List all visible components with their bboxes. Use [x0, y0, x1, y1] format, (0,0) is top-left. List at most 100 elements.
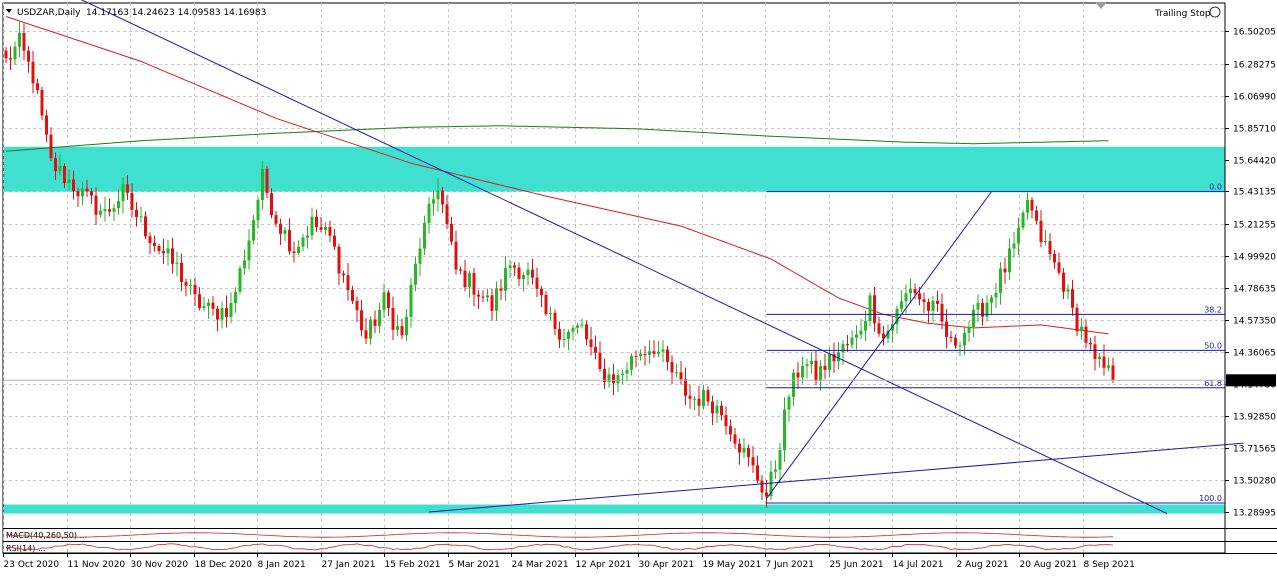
price-tick-label: 15.21255 [1233, 221, 1276, 231]
candle-body [697, 398, 701, 406]
candle-body [432, 199, 435, 204]
candle-body [873, 295, 876, 324]
candle-body [918, 293, 921, 300]
chart-window: 0.0 38.2 50.0 61.8 100.0 MACD(40,260,50) ...… [0, 0, 1277, 576]
candle-body [301, 237, 305, 247]
candle-body [571, 327, 575, 332]
candle-body [679, 372, 683, 380]
candle-body [468, 273, 471, 288]
candle-body [724, 415, 728, 427]
candle-body [954, 337, 957, 346]
candle-body [472, 273, 476, 295]
candle-body [922, 299, 926, 303]
candle-body [567, 331, 570, 340]
candle-body [783, 409, 786, 451]
candle-body [639, 354, 642, 357]
candle-body [144, 216, 147, 237]
candle-body [513, 265, 516, 268]
ohlc-values: 14.17163 14.24623 14.09583 14.16983 [86, 8, 266, 18]
candle-body [337, 246, 341, 274]
candle-body [711, 401, 714, 414]
candle-body [621, 373, 624, 376]
candle-body [1044, 241, 1047, 243]
candle-body [936, 300, 939, 304]
candle-body [859, 330, 863, 335]
candle-body [189, 284, 192, 286]
candle-body [976, 302, 980, 310]
candle-body [265, 168, 269, 194]
candle-body [297, 246, 300, 254]
candle-body [454, 241, 458, 270]
candle-body [1035, 210, 1038, 221]
candle-body [877, 323, 881, 334]
candle-body [463, 270, 467, 288]
candle-body [630, 355, 633, 370]
candle-body [648, 351, 651, 355]
price-tick-label: 13.71565 [1233, 445, 1276, 455]
candle-body [522, 275, 525, 280]
candle-body [1089, 342, 1092, 345]
candle-body [643, 354, 647, 356]
candle-body [108, 209, 111, 212]
price-chart[interactable]: 0.038.250.061.8100.0 MACD(40,260,50) ...… [0, 0, 1277, 576]
candle-body [531, 269, 534, 278]
candle-body [423, 222, 426, 249]
candle-body [333, 235, 336, 247]
candle-body [9, 58, 12, 60]
candle-body [576, 325, 579, 328]
candle-body [760, 480, 764, 493]
date-label: 5 Mar 2021 [449, 560, 500, 570]
candle-body [850, 337, 854, 345]
candle-body [540, 288, 543, 295]
candle-body [594, 347, 597, 353]
candle-body [202, 306, 206, 308]
expert-label: Trailing Stop [1154, 6, 1221, 19]
candle-body [216, 308, 219, 320]
candle-body [225, 308, 228, 317]
candle-body [477, 294, 480, 297]
candle-body [450, 223, 453, 242]
date-label: 14 Jul 2021 [893, 560, 944, 570]
candle-body [612, 374, 615, 384]
candle-body [661, 349, 665, 352]
price-tick-label: 16.06990 [1233, 93, 1276, 103]
candle-body [342, 273, 345, 276]
candle-body [1075, 307, 1079, 332]
candle-body [319, 227, 323, 230]
price-tick-label: 16.28275 [1233, 61, 1276, 71]
candle-body [819, 365, 822, 381]
candle-body [274, 215, 278, 224]
candle-body [4, 50, 8, 59]
candle-body [693, 398, 696, 400]
candle-body [828, 354, 831, 370]
zone-rect [3, 146, 1225, 192]
candle-body [1008, 248, 1011, 273]
candle-body [580, 324, 584, 326]
candle-body [616, 375, 620, 384]
candle-body [855, 334, 858, 338]
candle-body [198, 294, 201, 308]
candle-body [387, 292, 390, 308]
date-label: 24 Mar 2021 [512, 560, 569, 570]
candle-body [823, 365, 827, 370]
candle-body [994, 292, 998, 298]
candle-body [360, 310, 363, 331]
candle-body [486, 295, 489, 298]
symbol-label: USDZAR,Daily [17, 8, 81, 18]
candle-body [913, 289, 917, 294]
candle-body [868, 295, 872, 322]
candle-body [949, 336, 953, 338]
date-label: 11 Nov 2020 [68, 560, 126, 570]
candle-body [495, 288, 498, 311]
candle-body [481, 296, 485, 298]
candle-body [40, 90, 44, 116]
price-tick-label: 13.50280 [1233, 477, 1276, 487]
candle-body [684, 379, 687, 396]
candle-body [207, 302, 210, 307]
candle-body [931, 300, 935, 311]
candle-body [720, 405, 723, 416]
candle-body [553, 312, 557, 329]
candle-body [247, 240, 251, 261]
candle-body [909, 289, 912, 294]
candle-body [405, 316, 408, 336]
